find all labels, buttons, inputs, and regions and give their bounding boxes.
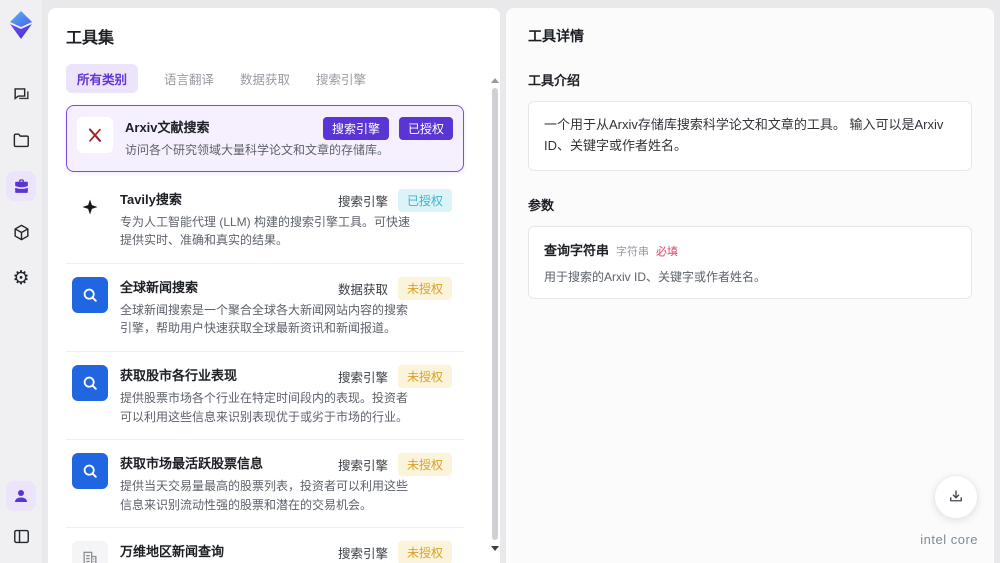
building-icon	[72, 541, 108, 563]
tool-auth-badge: 已授权	[398, 117, 453, 140]
tavily-star-icon	[72, 188, 108, 225]
params-heading: 参数	[528, 197, 555, 213]
category-tabs: 所有类别 语言翻译 数据获取 搜索引擎	[66, 64, 482, 93]
tool-auth-badge: 未授权	[397, 453, 452, 477]
intel-core-logo: intel core	[920, 532, 978, 547]
scroll-down-icon[interactable]	[491, 546, 499, 551]
tab-all-categories[interactable]: 所有类别	[66, 64, 139, 93]
tool-item-tavily[interactable]: Tavily搜索 专为人工智能代理 (LLM) 构建的搜索引擎工具。可快速提供实…	[66, 176, 464, 264]
tool-auth-badge: 未授权	[397, 364, 452, 388]
tool-description: 提供股票市场各个行业在特定时间段内的表现。投资者可以利用这些信息来识别表现优于或…	[120, 390, 409, 424]
settings-icon[interactable]: ⚙	[6, 263, 36, 293]
folder-icon[interactable]	[6, 125, 36, 155]
tab-data-fetch[interactable]: 数据获取	[240, 64, 290, 93]
tool-category-label: 搜索引擎	[337, 370, 388, 385]
tool-item-regional-news[interactable]: 万维地区新闻查询 查询具体行政区划内的新闻，快速了解各地新闻动 搜索引擎 未授权	[66, 528, 464, 563]
tool-description: 专为人工智能代理 (LLM) 构建的搜索引擎工具。可快速提供实时、准确和真实的结…	[120, 214, 411, 248]
app-sidebar: ⚙	[0, 0, 42, 563]
tool-category-label: 搜索引擎	[337, 547, 388, 562]
chat-icon[interactable]	[6, 79, 36, 109]
tool-auth-badge: 未授权	[397, 541, 452, 563]
app-logo-icon[interactable]	[8, 10, 34, 45]
param-required-badge: 必填	[656, 245, 679, 258]
tool-item-global-news[interactable]: 全球新闻搜索 全球新闻搜索是一个聚合全球各大新闻网站内容的搜索引擎，帮助用户快速…	[66, 264, 464, 352]
tool-category-label: 搜索引擎	[337, 194, 388, 209]
tool-auth-badge: 已授权	[397, 188, 452, 212]
tool-description: 提供当天交易量最高的股票列表，投资者可以利用这些信息来识别流动性强的股票和潜在的…	[120, 479, 409, 512]
tool-category-label: 搜索引擎	[337, 459, 388, 474]
intro-text: 一个用于从Arxiv存储库搜索科学论文和文章的工具。 输入可以是Arxiv ID…	[544, 117, 944, 153]
param-type: 字符串	[616, 245, 650, 258]
tab-language-translation[interactable]: 语言翻译	[164, 64, 214, 93]
arxiv-logo-icon	[77, 117, 113, 153]
panel-toggle-icon[interactable]	[6, 521, 36, 551]
page-title: 工具集	[66, 30, 115, 47]
tool-item-active-stocks[interactable]: 获取市场最活跃股票信息 提供当天交易量最高的股票列表，投资者可以利用这些信息来识…	[66, 440, 464, 529]
scroll-up-icon[interactable]	[491, 78, 499, 83]
tool-category-badge: 搜索引擎	[322, 117, 389, 140]
tool-auth-badge: 未授权	[397, 276, 452, 300]
list-scrollbar[interactable]	[492, 88, 498, 540]
cube-icon[interactable]	[6, 217, 36, 247]
param-box: 查询字符串 字符串 必填 用于搜索的Arxiv ID、关键字或作者姓名。	[528, 225, 972, 299]
tab-search-engine[interactable]: 搜索引擎	[316, 64, 366, 93]
detail-title: 工具详情	[528, 28, 584, 44]
intro-heading: 工具介绍	[528, 73, 581, 88]
user-icon[interactable]	[6, 481, 36, 511]
tool-item-stock-industry[interactable]: 获取股市各行业表现 提供股票市场各个行业在特定时间段内的表现。投资者可以利用这些…	[66, 352, 464, 441]
param-description: 用于搜索的Arxiv ID、关键字或作者姓名。	[544, 269, 767, 284]
news-search-icon	[72, 364, 108, 401]
news-search-icon	[72, 276, 108, 313]
tool-list-panel: 工具集 所有类别 语言翻译 数据获取 搜索引擎 Arxiv文献搜索 访问各个研究…	[48, 8, 500, 563]
tool-list: Arxiv文献搜索 访问各个研究领域大量科学论文和文章的存储库。 搜索引擎 已授…	[66, 105, 482, 563]
news-search-icon	[72, 453, 108, 490]
tool-category-label: 数据获取	[337, 282, 388, 297]
param-name: 查询字符串	[544, 242, 610, 258]
tool-description: 访问各个研究领域大量科学论文和文章的存储库。	[125, 143, 390, 157]
toolbox-icon[interactable]	[6, 171, 36, 201]
tool-description: 全球新闻搜索是一个聚合全球各大新闻网站内容的搜索引擎，帮助用户快速获取全球最新资…	[120, 302, 409, 336]
tool-detail-panel: 工具详情 工具介绍 一个用于从Arxiv存储库搜索科学论文和文章的工具。 输入可…	[506, 8, 994, 563]
download-button[interactable]	[934, 475, 978, 519]
tool-item-arxiv[interactable]: Arxiv文献搜索 访问各个研究领域大量科学论文和文章的存储库。 搜索引擎 已授…	[66, 105, 464, 172]
intro-box: 一个用于从Arxiv存储库搜索科学论文和文章的工具。 输入可以是Arxiv ID…	[528, 101, 972, 171]
